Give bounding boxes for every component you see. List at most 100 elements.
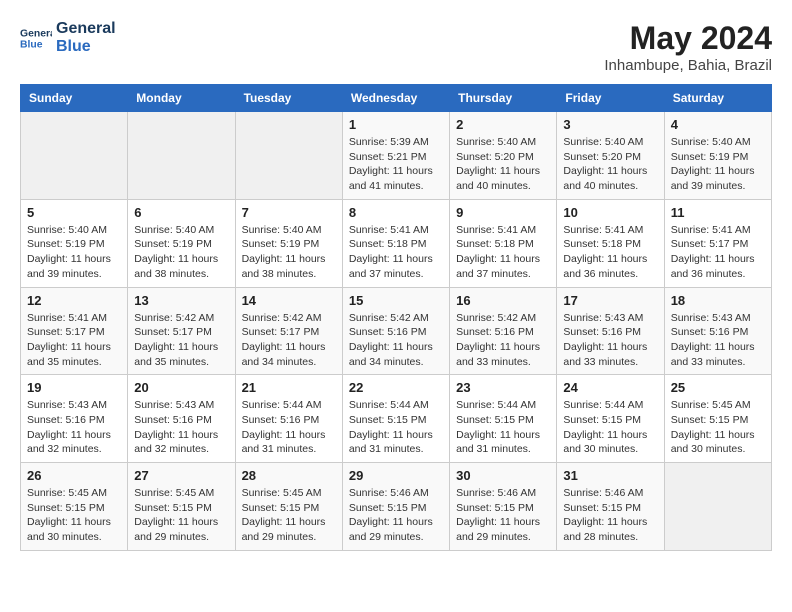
day-info: Sunrise: 5:40 AMSunset: 5:19 PMDaylight:…: [27, 223, 121, 282]
day-number: 29: [349, 468, 443, 483]
day-number: 21: [242, 380, 336, 395]
day-info: Sunrise: 5:46 AMSunset: 5:15 PMDaylight:…: [563, 486, 657, 545]
day-info: Sunrise: 5:45 AMSunset: 5:15 PMDaylight:…: [134, 486, 228, 545]
calendar-cell: 1Sunrise: 5:39 AMSunset: 5:21 PMDaylight…: [342, 112, 449, 200]
calendar-cell: 27 Sunrise: 5:45 AMSunset: 5:15 PMDayligh…: [128, 463, 235, 551]
day-number: 27: [134, 468, 228, 483]
calendar-cell: 4Sunrise: 5:40 AMSunset: 5:19 PMDaylight…: [664, 112, 771, 200]
day-info: Sunrise: 5:41 AMSunset: 5:17 PMDaylight:…: [27, 311, 121, 370]
day-number: 1: [349, 117, 443, 132]
logo-text-blue: Blue: [56, 38, 116, 56]
day-number: 15: [349, 293, 443, 308]
header-day-wednesday: Wednesday: [342, 85, 449, 112]
day-info: Sunrise: 5:44 AMSunset: 5:16 PMDaylight:…: [242, 398, 336, 457]
day-info: Sunrise: 5:40 AMSunset: 5:19 PMDaylight:…: [671, 135, 765, 194]
day-number: 20: [134, 380, 228, 395]
day-info: Sunrise: 5:45 AMSunset: 5:15 PMDaylight:…: [242, 486, 336, 545]
calendar-cell: 18 Sunrise: 5:43 AMSunset: 5:16 PMDayligh…: [664, 287, 771, 375]
day-number: 3: [563, 117, 657, 132]
calendar-cell: 25Sunrise: 5:45 AMSunset: 5:15 PMDayligh…: [664, 375, 771, 463]
day-info: Sunrise: 5:41 AMSunset: 5:17 PMDaylight:…: [671, 223, 765, 282]
day-info: Sunrise: 5:40 AMSunset: 5:19 PMDaylight:…: [242, 223, 336, 282]
day-number: 6: [134, 205, 228, 220]
day-info: Sunrise: 5:40 AMSunset: 5:19 PMDaylight:…: [134, 223, 228, 282]
header-day-friday: Friday: [557, 85, 664, 112]
week-row-3: 12 Sunrise: 5:41 AMSunset: 5:17 PMDayligh…: [21, 287, 772, 375]
day-number: 18: [671, 293, 765, 308]
calendar-body: 1Sunrise: 5:39 AMSunset: 5:21 PMDaylight…: [21, 112, 772, 551]
calendar-cell: [128, 112, 235, 200]
calendar-cell: 29Sunrise: 5:46 AMSunset: 5:15 PMDayligh…: [342, 463, 449, 551]
day-number: 8: [349, 205, 443, 220]
day-number: 9: [456, 205, 550, 220]
svg-text:Blue: Blue: [20, 39, 43, 50]
calendar-cell: 12 Sunrise: 5:41 AMSunset: 5:17 PMDayligh…: [21, 287, 128, 375]
day-number: 12: [27, 293, 121, 308]
calendar-cell: 15 Sunrise: 5:42 AMSunset: 5:16 PMDayligh…: [342, 287, 449, 375]
logo-icon: General Blue: [20, 22, 52, 54]
svg-text:General: General: [20, 28, 52, 39]
day-number: 10: [563, 205, 657, 220]
month-title: May 2024: [604, 20, 772, 57]
calendar-cell: 14Sunrise: 5:42 AMSunset: 5:17 PMDayligh…: [235, 287, 342, 375]
day-number: 30: [456, 468, 550, 483]
calendar-cell: 10 Sunrise: 5:41 AMSunset: 5:18 PMDayligh…: [557, 199, 664, 287]
calendar-cell: 17 Sunrise: 5:43 AMSunset: 5:16 PMDayligh…: [557, 287, 664, 375]
calendar-cell: 26Sunrise: 5:45 AMSunset: 5:15 PMDayligh…: [21, 463, 128, 551]
calendar-cell: 11 Sunrise: 5:41 AMSunset: 5:17 PMDayligh…: [664, 199, 771, 287]
calendar-cell: 6 Sunrise: 5:40 AMSunset: 5:19 PMDaylight…: [128, 199, 235, 287]
calendar-table: SundayMondayTuesdayWednesdayThursdayFrid…: [20, 84, 772, 551]
day-number: 14: [242, 293, 336, 308]
week-row-2: 5 Sunrise: 5:40 AMSunset: 5:19 PMDaylight…: [21, 199, 772, 287]
day-info: Sunrise: 5:41 AMSunset: 5:18 PMDaylight:…: [563, 223, 657, 282]
calendar-cell: 19Sunrise: 5:43 AMSunset: 5:16 PMDayligh…: [21, 375, 128, 463]
week-row-5: 26Sunrise: 5:45 AMSunset: 5:15 PMDayligh…: [21, 463, 772, 551]
calendar-cell: 30Sunrise: 5:46 AMSunset: 5:15 PMDayligh…: [450, 463, 557, 551]
calendar-cell: 28Sunrise: 5:45 AMSunset: 5:15 PMDayligh…: [235, 463, 342, 551]
logo-text-general: General: [56, 20, 116, 38]
day-info: Sunrise: 5:44 AMSunset: 5:15 PMDaylight:…: [563, 398, 657, 457]
header-day-tuesday: Tuesday: [235, 85, 342, 112]
day-info: Sunrise: 5:43 AMSunset: 5:16 PMDaylight:…: [27, 398, 121, 457]
day-number: 13: [134, 293, 228, 308]
calendar-cell: 2 Sunrise: 5:40 AMSunset: 5:20 PMDaylight…: [450, 112, 557, 200]
page-header: General Blue General Blue May 2024 Inham…: [20, 20, 772, 74]
calendar-cell: 21 Sunrise: 5:44 AMSunset: 5:16 PMDayligh…: [235, 375, 342, 463]
calendar-cell: [664, 463, 771, 551]
day-number: 7: [242, 205, 336, 220]
calendar-cell: 22Sunrise: 5:44 AMSunset: 5:15 PMDayligh…: [342, 375, 449, 463]
day-number: 31: [563, 468, 657, 483]
header-day-monday: Monday: [128, 85, 235, 112]
day-info: Sunrise: 5:43 AMSunset: 5:16 PMDaylight:…: [134, 398, 228, 457]
day-info: Sunrise: 5:43 AMSunset: 5:16 PMDaylight:…: [563, 311, 657, 370]
header-day-thursday: Thursday: [450, 85, 557, 112]
day-number: 22: [349, 380, 443, 395]
calendar-cell: 31 Sunrise: 5:46 AMSunset: 5:15 PMDayligh…: [557, 463, 664, 551]
day-number: 17: [563, 293, 657, 308]
header-day-sunday: Sunday: [21, 85, 128, 112]
header-row: SundayMondayTuesdayWednesdayThursdayFrid…: [21, 85, 772, 112]
calendar-cell: 3 Sunrise: 5:40 AMSunset: 5:20 PMDaylight…: [557, 112, 664, 200]
day-info: Sunrise: 5:40 AMSunset: 5:20 PMDaylight:…: [563, 135, 657, 194]
day-number: 5: [27, 205, 121, 220]
calendar-cell: 24 Sunrise: 5:44 AMSunset: 5:15 PMDayligh…: [557, 375, 664, 463]
calendar-cell: [235, 112, 342, 200]
calendar-header: SundayMondayTuesdayWednesdayThursdayFrid…: [21, 85, 772, 112]
day-info: Sunrise: 5:42 AMSunset: 5:16 PMDaylight:…: [349, 311, 443, 370]
day-info: Sunrise: 5:40 AMSunset: 5:20 PMDaylight:…: [456, 135, 550, 194]
day-number: 11: [671, 205, 765, 220]
calendar-cell: [21, 112, 128, 200]
day-info: Sunrise: 5:43 AMSunset: 5:16 PMDaylight:…: [671, 311, 765, 370]
calendar-cell: 13 Sunrise: 5:42 AMSunset: 5:17 PMDayligh…: [128, 287, 235, 375]
day-info: Sunrise: 5:45 AMSunset: 5:15 PMDaylight:…: [27, 486, 121, 545]
week-row-1: 1Sunrise: 5:39 AMSunset: 5:21 PMDaylight…: [21, 112, 772, 200]
calendar-cell: 8 Sunrise: 5:41 AMSunset: 5:18 PMDaylight…: [342, 199, 449, 287]
calendar-cell: 23Sunrise: 5:44 AMSunset: 5:15 PMDayligh…: [450, 375, 557, 463]
location-subtitle: Inhambupe, Bahia, Brazil: [604, 57, 772, 74]
day-number: 2: [456, 117, 550, 132]
day-number: 16: [456, 293, 550, 308]
day-info: Sunrise: 5:41 AMSunset: 5:18 PMDaylight:…: [349, 223, 443, 282]
day-number: 24: [563, 380, 657, 395]
day-number: 25: [671, 380, 765, 395]
day-info: Sunrise: 5:42 AMSunset: 5:17 PMDaylight:…: [134, 311, 228, 370]
